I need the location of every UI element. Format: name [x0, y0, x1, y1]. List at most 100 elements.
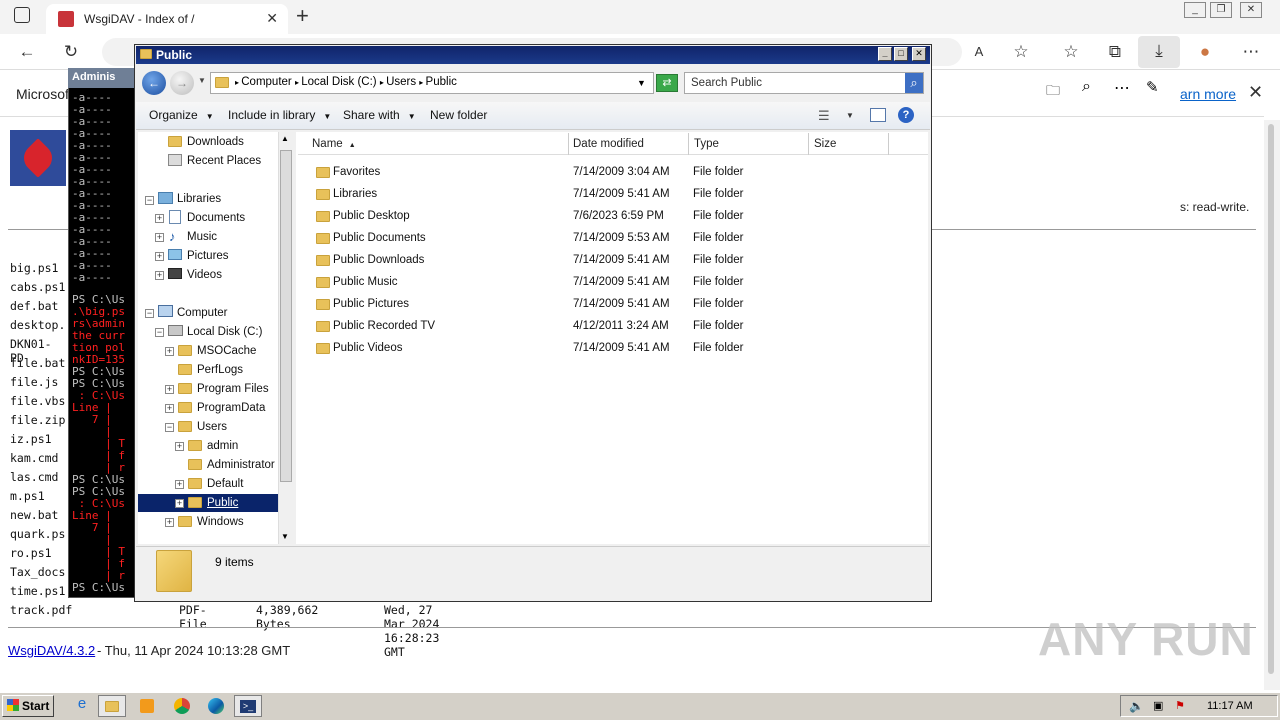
- collapse-icon[interactable]: −: [155, 328, 164, 337]
- nav-default[interactable]: Default: [207, 478, 243, 490]
- include-in-library-button[interactable]: Include in library ▼: [228, 108, 331, 122]
- folder-row[interactable]: Public Downloads 7/14/2009 5:41 AM File fo…: [304, 251, 904, 271]
- view-options-icon[interactable]: ☰: [818, 108, 830, 124]
- file-link[interactable]: ro.ps1: [10, 546, 52, 560]
- nav-msocache[interactable]: MSOCache: [197, 345, 256, 357]
- nav-windows[interactable]: Windows: [197, 516, 244, 528]
- recent-pages-dropdown-icon[interactable]: ▼: [198, 76, 206, 85]
- collapse-icon[interactable]: −: [145, 309, 154, 318]
- wsgidav-version-link[interactable]: WsgiDAV/4.3.2: [8, 643, 95, 658]
- folder-row[interactable]: Public Documents 7/14/2009 5:53 AM File fo…: [304, 229, 904, 249]
- folder-row[interactable]: Public Desktop 7/6/2023 6:59 PM File folde…: [304, 207, 904, 227]
- pin-icon[interactable]: ✎: [1146, 78, 1159, 96]
- nav-recent-places[interactable]: Recent Places: [187, 155, 261, 167]
- folder-row[interactable]: Favorites 7/14/2009 3:04 AM File folder: [304, 163, 904, 183]
- folder-icon[interactable]: 🗀: [1046, 80, 1060, 104]
- folder-row[interactable]: Public Pictures 7/14/2009 5:41 AM File fol…: [304, 295, 904, 315]
- file-link[interactable]: cabs.ps1: [10, 280, 65, 294]
- column-separator[interactable]: [808, 133, 809, 155]
- expand-icon[interactable]: +: [165, 385, 174, 394]
- collapse-icon[interactable]: −: [165, 423, 174, 432]
- file-link[interactable]: kam.cmd: [10, 451, 58, 465]
- breadcrumb-local-disk[interactable]: Local Disk (C:): [301, 76, 376, 88]
- address-dropdown-icon[interactable]: ▼: [637, 78, 646, 88]
- folder-row[interactable]: Libraries 7/14/2009 5:41 AM File folder: [304, 185, 904, 205]
- explorer-maximize-button[interactable]: □: [894, 47, 908, 61]
- file-link[interactable]: desktop.: [10, 318, 65, 332]
- banner-close-icon[interactable]: ✕: [1248, 82, 1263, 103]
- nav-perflogs[interactable]: PerfLogs: [197, 364, 243, 376]
- nav-public[interactable]: Public: [207, 497, 238, 509]
- file-link[interactable]: file.vbs: [10, 394, 65, 408]
- refresh-icon[interactable]: ⇄: [656, 74, 678, 92]
- nav-videos[interactable]: Videos: [187, 269, 222, 281]
- browser-tab[interactable]: WsgiDAV - Index of / ✕: [46, 4, 288, 34]
- expand-icon[interactable]: +: [165, 518, 174, 527]
- column-type[interactable]: Type: [694, 138, 719, 150]
- start-button[interactable]: Start: [2, 695, 54, 717]
- share-with-button[interactable]: Share with ▼: [343, 108, 416, 122]
- column-separator[interactable]: [688, 133, 689, 155]
- action-center-icon[interactable]: ⚑: [1175, 699, 1185, 712]
- downloads-button[interactable]: ⤓: [1138, 36, 1180, 68]
- more-icon[interactable]: ⋯: [1114, 78, 1130, 98]
- column-name[interactable]: Name ▲: [312, 138, 356, 150]
- file-link[interactable]: file.bat: [10, 356, 65, 370]
- file-link[interactable]: file.js: [10, 375, 58, 389]
- network-icon[interactable]: ▣: [1153, 699, 1163, 712]
- explorer-taskbar-button[interactable]: [98, 695, 126, 717]
- expand-icon[interactable]: +: [165, 404, 174, 413]
- maximize-button[interactable]: ❐: [1210, 2, 1232, 18]
- nav-downloads[interactable]: Downloads: [187, 136, 244, 148]
- column-size[interactable]: Size: [814, 138, 836, 150]
- organize-button[interactable]: Organize ▼: [149, 108, 214, 122]
- file-link[interactable]: def.bat: [10, 299, 58, 313]
- chrome-icon[interactable]: [168, 695, 196, 717]
- expand-icon[interactable]: +: [175, 499, 184, 508]
- expand-icon[interactable]: +: [155, 252, 164, 261]
- explorer-minimize-button[interactable]: _: [878, 47, 892, 61]
- read-aloud-icon[interactable]: A: [968, 41, 990, 63]
- file-link[interactable]: file.zip: [10, 413, 65, 427]
- breadcrumb-public[interactable]: Public: [426, 76, 457, 88]
- expand-icon[interactable]: +: [175, 480, 184, 489]
- page-scrollbar-thumb[interactable]: [1268, 124, 1274, 674]
- file-link[interactable]: new.bat: [10, 508, 58, 522]
- column-separator[interactable]: [888, 133, 889, 155]
- file-link[interactable]: big.ps1: [10, 261, 58, 275]
- scroll-up-icon[interactable]: ▲: [281, 134, 289, 143]
- back-arrow-icon[interactable]: ←: [142, 71, 166, 95]
- refresh-icon[interactable]: ↻: [60, 41, 82, 63]
- tab-close-icon[interactable]: ✕: [266, 10, 278, 27]
- file-link[interactable]: quark.ps: [10, 527, 65, 541]
- nav-documents[interactable]: Documents: [187, 212, 245, 224]
- forward-arrow-icon[interactable]: →: [170, 71, 194, 95]
- clock[interactable]: 11:17 AM: [1207, 700, 1253, 712]
- folder-row[interactable]: Public Music 7/14/2009 5:41 AM File folder: [304, 273, 904, 293]
- search-icon[interactable]: ⌕: [905, 73, 923, 93]
- media-player-icon[interactable]: [134, 695, 162, 717]
- nav-computer[interactable]: Computer: [177, 307, 228, 319]
- nav-local-disk[interactable]: Local Disk (C:): [187, 326, 262, 338]
- explorer-address-bar[interactable]: ▸ Computer ▸ Local Disk (C:) ▸ Users ▸ P…: [210, 72, 654, 94]
- collapse-icon[interactable]: −: [145, 196, 154, 205]
- tab-actions-icon[interactable]: [14, 7, 30, 23]
- explorer-close-button[interactable]: ✕: [912, 47, 926, 61]
- add-favorite-icon[interactable]: ☆: [1010, 41, 1032, 63]
- back-arrow-icon[interactable]: ←: [16, 41, 38, 63]
- nav-pictures[interactable]: Pictures: [187, 250, 229, 262]
- expand-icon[interactable]: +: [155, 271, 164, 280]
- file-link[interactable]: iz.ps1: [10, 432, 52, 446]
- breadcrumb-computer[interactable]: Computer: [241, 76, 292, 88]
- help-icon[interactable]: ?: [898, 107, 914, 123]
- file-link[interactable]: track.pdf: [10, 603, 72, 617]
- nav-programdata[interactable]: ProgramData: [197, 402, 265, 414]
- file-link[interactable]: time.ps1: [10, 584, 65, 598]
- expand-icon[interactable]: +: [165, 347, 174, 356]
- expand-icon[interactable]: +: [155, 233, 164, 242]
- folder-row[interactable]: Public Videos 7/14/2009 5:41 AM File folde…: [304, 339, 904, 359]
- navigation-scrollbar-thumb[interactable]: [280, 150, 292, 482]
- scroll-down-icon[interactable]: ▼: [281, 532, 289, 541]
- column-date-modified[interactable]: Date modified: [573, 138, 644, 150]
- nav-libraries[interactable]: Libraries: [177, 193, 221, 205]
